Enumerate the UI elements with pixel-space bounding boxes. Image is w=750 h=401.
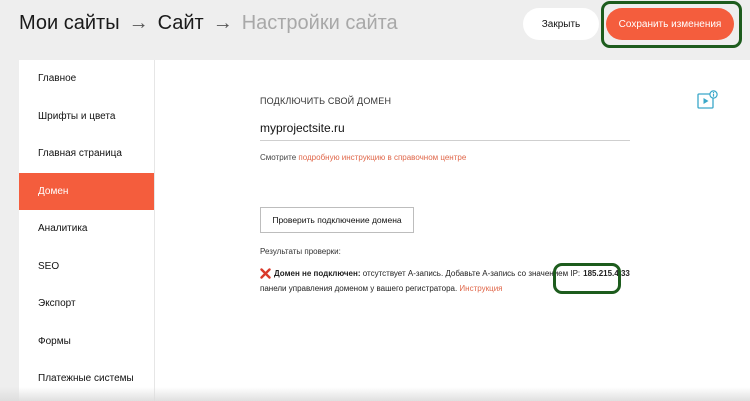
sidebar-item-export[interactable]: Экспорт xyxy=(19,285,154,323)
domain-settings: ПОДКЛЮЧИТЬ СВОЙ ДОМЕН Смотрите подробную… xyxy=(260,60,730,401)
close-button[interactable]: Закрыть xyxy=(523,8,599,40)
breadcrumb-arrow: → xyxy=(212,11,233,34)
breadcrumb-site[interactable]: Сайт xyxy=(158,12,204,35)
result-message: Домен не подключен: отсутствует А-запись… xyxy=(260,268,630,279)
breadcrumb-current: Настройки сайта xyxy=(241,11,398,34)
sidebar-item-payment-systems[interactable]: Платежные системы xyxy=(19,360,154,398)
hint-text: Смотрите xyxy=(260,153,297,162)
breadcrumb-my-sites[interactable]: Мои сайты xyxy=(19,12,120,35)
results-label: Результаты проверки: xyxy=(260,247,341,256)
save-button[interactable]: Сохранить изменения xyxy=(606,8,734,40)
sidebar-item-analytics[interactable]: Аналитика xyxy=(19,210,154,248)
domain-input[interactable] xyxy=(260,115,630,141)
x-mark-icon xyxy=(260,268,271,279)
ip-value: 185.215.4.33 xyxy=(583,269,630,278)
instruction-link[interactable]: Инструкция xyxy=(459,284,502,293)
sidebar-item-main[interactable]: Главное xyxy=(19,60,154,98)
result-text: отсутствует А-запись. Добавьте А-запись … xyxy=(362,269,581,278)
section-title: ПОДКЛЮЧИТЬ СВОЙ ДОМЕН xyxy=(260,96,392,106)
result-status: Домен не подключен: xyxy=(274,269,361,278)
sidebar-item-domain[interactable]: Домен xyxy=(19,172,154,210)
help-center-link[interactable]: подробную инструкцию в справочном центре xyxy=(298,153,466,162)
sidebar-item-seo[interactable]: SEO xyxy=(19,248,154,286)
help-hint: Смотрите подробную инструкцию в справочн… xyxy=(260,153,466,162)
sidebar-item-fonts-colors[interactable]: Шрифты и цвета xyxy=(19,98,154,136)
sidebar-item-home-page[interactable]: Главная страница xyxy=(19,135,154,173)
result-message-continued: панели управления доменом у вашего регис… xyxy=(260,284,503,293)
check-domain-button[interactable]: Проверить подключение домена xyxy=(260,207,414,233)
result-text-line2: панели управления доменом у вашего регис… xyxy=(260,284,458,293)
sidebar: Главное Шрифты и цвета Главная страница … xyxy=(19,60,155,401)
video-help-icon[interactable] xyxy=(697,90,719,110)
breadcrumb: Мои сайты → Сайт → Настройки сайта xyxy=(19,9,398,37)
breadcrumb-arrow: → xyxy=(128,11,149,34)
settings-panel: Главное Шрифты и цвета Главная страница … xyxy=(19,60,750,401)
sidebar-item-forms[interactable]: Формы xyxy=(19,323,154,361)
